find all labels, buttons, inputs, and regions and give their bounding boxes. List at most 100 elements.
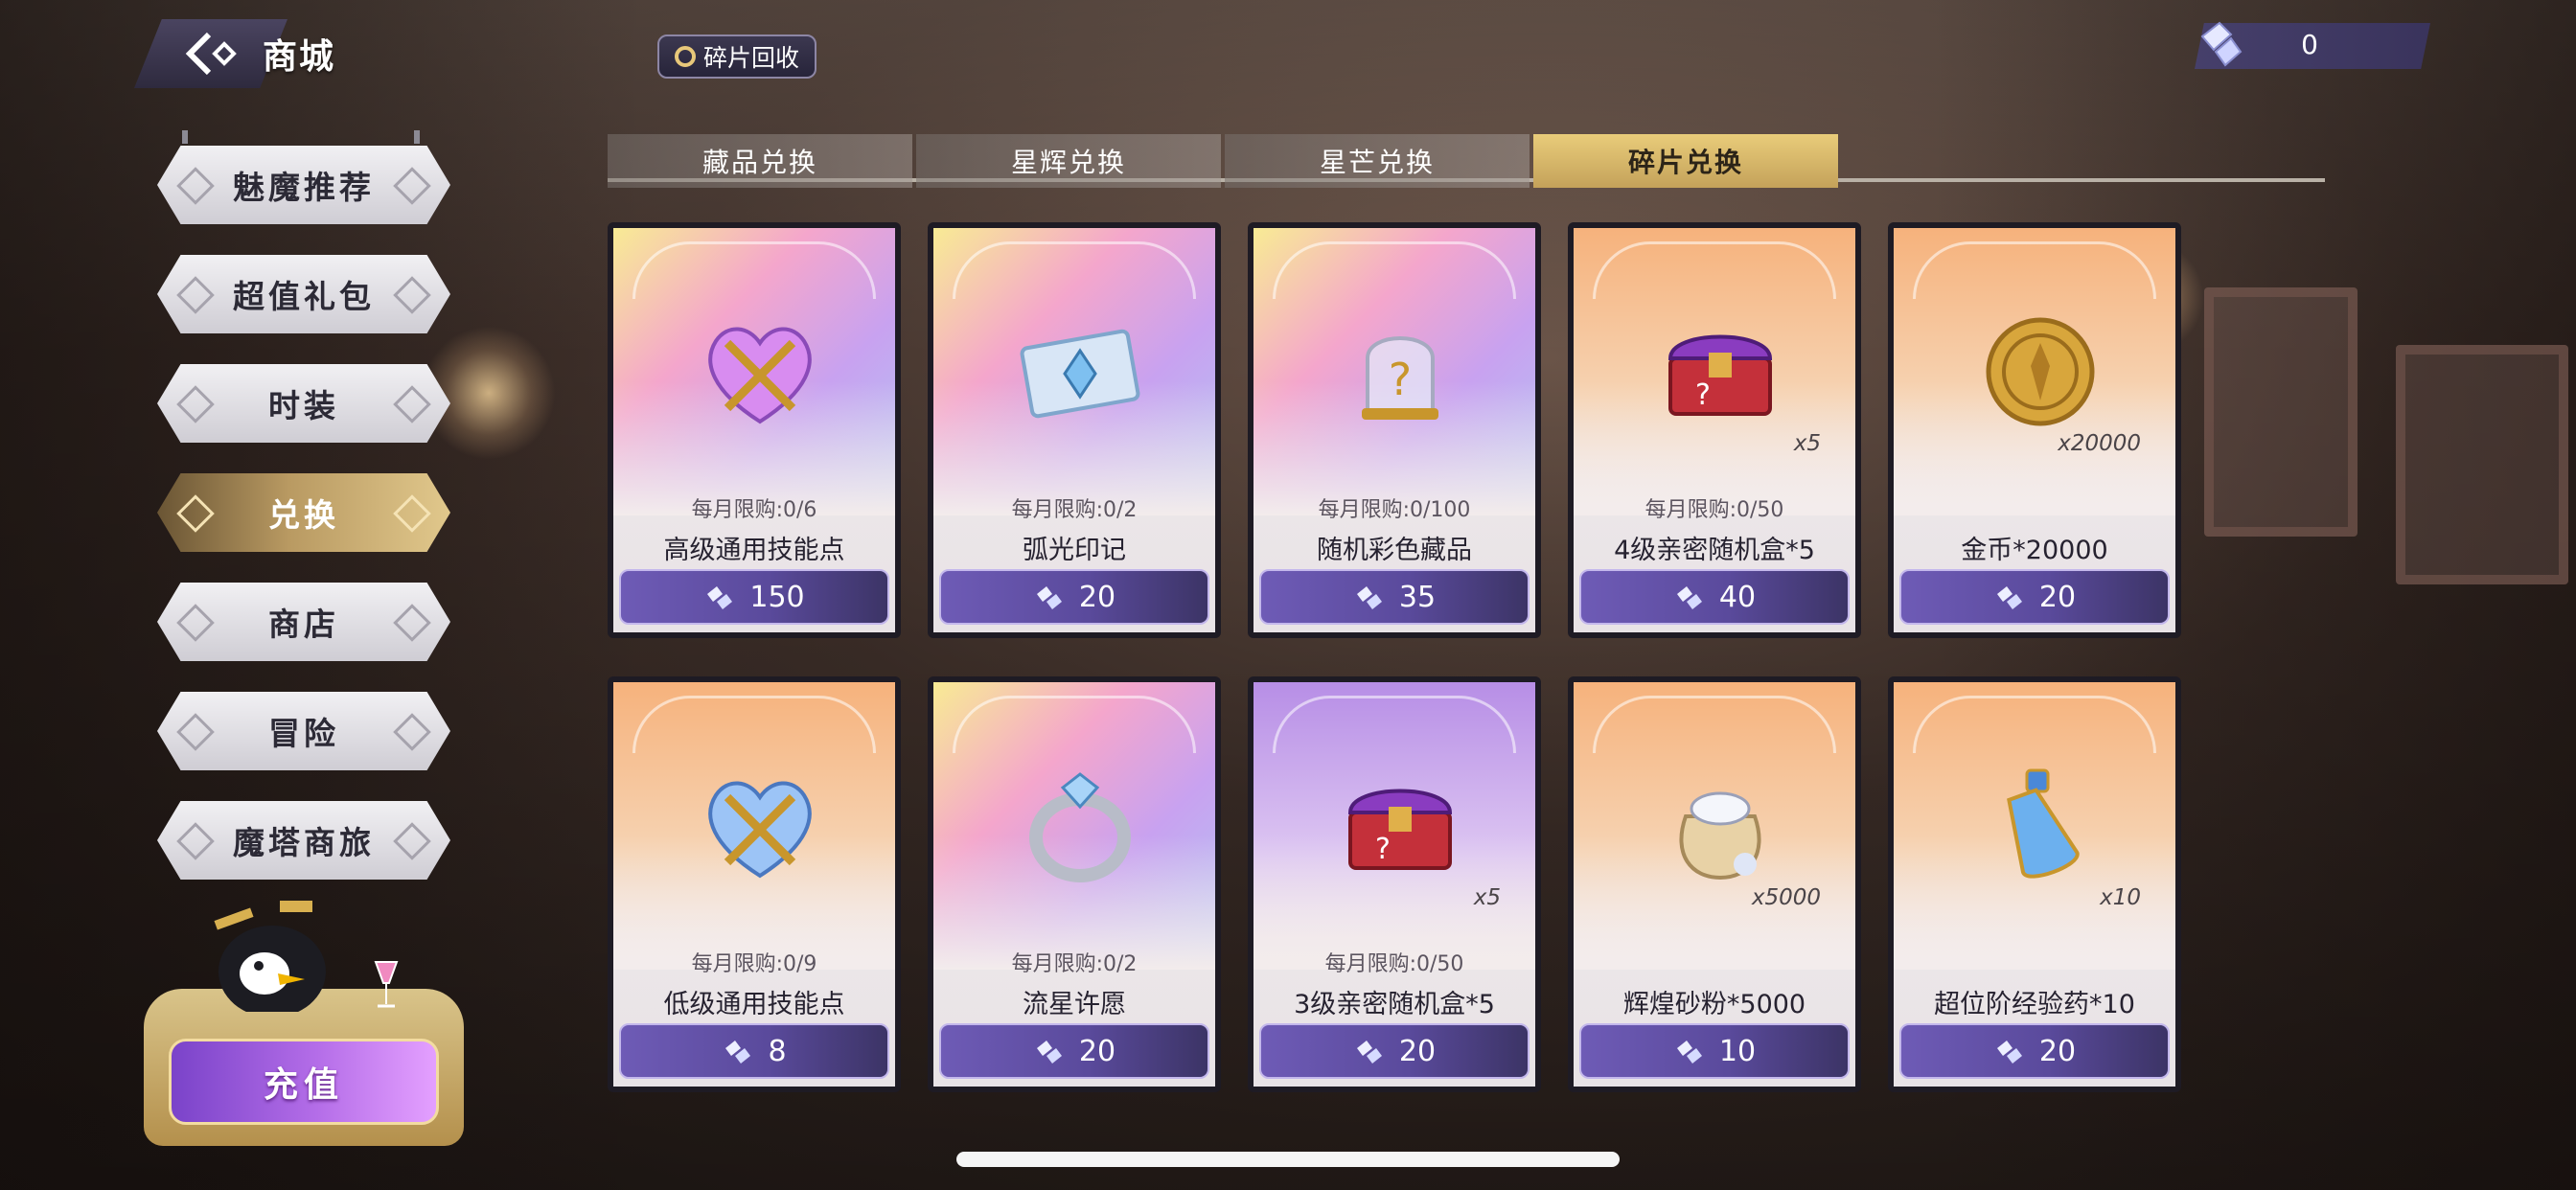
card-ornament [1913,241,2156,299]
card-ornament [632,241,876,299]
card-ornament [953,696,1196,753]
item-card[interactable]: 每月限购:0/6 高级通用技能点 150 [608,222,901,638]
item-card[interactable]: 每月限购:0/2 弧光印记 20 [928,222,1221,638]
sidebar-item-label: 超值礼包 [233,278,375,315]
svg-text:?: ? [1375,833,1391,866]
tab-starshine-exchange[interactable]: 星芒兑换 [1225,134,1530,188]
card-ornament [953,241,1196,299]
tab-starlight-exchange[interactable]: 星辉兑换 [916,134,1221,188]
sidebar-item-succubus-recommend[interactable]: 魅魔推荐 [157,146,450,224]
sidebar-item-label: 时装 [268,387,339,424]
purchase-limit: 每月限购:0/50 [1324,952,1464,976]
crystal-fragment-icon [707,586,733,609]
fragment-recycle-label: 碎片回收 [702,44,799,72]
sidebar-chain [182,130,188,144]
sand-pouch-icon [1653,759,1787,893]
buy-button[interactable]: 20 [1259,1023,1530,1079]
item-name: 4级亲密随机盒*5 [1614,536,1815,565]
item-name: 辉煌砂粉*5000 [1622,990,1806,1019]
buy-button[interactable]: 10 [1579,1023,1850,1079]
crystal-fragment-icon [1996,586,2022,609]
sidebar-item-value-packs[interactable]: 超值礼包 [157,255,450,333]
tab-fragment-exchange[interactable]: 碎片兑换 [1533,134,1838,188]
item-name: 低级通用技能点 [663,990,845,1019]
sidebar-item-label: 兑换 [268,496,339,534]
item-name: 弧光印记 [1023,536,1126,565]
item-quantity: x5 [1473,885,1501,910]
page-title: 商城 [263,37,336,77]
sidebar-item-exchange[interactable]: 兑换 [157,473,450,552]
svg-text:?: ? [1695,378,1711,412]
item-card[interactable]: ? x5 每月限购:0/50 3级亲密随机盒*5 20 [1248,676,1541,1092]
item-price: 20 [2038,1034,2077,1068]
buy-button[interactable]: 35 [1259,569,1530,625]
buy-button[interactable]: 20 [939,1023,1209,1079]
crystal-fragment-icon [1356,1041,1382,1064]
item-card[interactable]: ? 每月限购:0/100 随机彩色藏品 35 [1248,222,1541,638]
item-price: 8 [768,1034,787,1068]
sidebar-item-shop[interactable]: 商店 [157,583,450,661]
potion-bottle-icon [1973,759,2107,893]
svg-text:?: ? [1389,354,1412,405]
fragment-recycle-button[interactable]: 碎片回收 [657,34,816,79]
sidebar-item-label: 冒险 [268,715,339,752]
mystery-bell-jar-icon: ? [1333,305,1467,439]
crystal-fragment-icon [1036,1041,1062,1064]
heart-cross-blue-icon [693,759,827,893]
item-card[interactable]: 每月限购:0/2 流星许愿 20 [928,676,1221,1092]
purchase-limit: 每月限购:0/2 [1011,498,1138,522]
item-card[interactable]: 每月限购:0/9 低级通用技能点 8 [608,676,901,1092]
tab-label: 藏品兑换 [702,147,817,178]
crystal-fragment-icon [1676,1041,1702,1064]
item-price: 20 [1078,1034,1116,1068]
buy-button[interactable]: 150 [619,569,889,625]
background-painting [2396,345,2568,584]
buy-button[interactable]: 20 [1899,569,2170,625]
buy-button[interactable]: 20 [1899,1023,2170,1079]
purchase-limit: 每月限购:0/9 [691,952,817,976]
buy-button[interactable]: 40 [1579,569,1850,625]
buy-button[interactable]: 8 [619,1023,889,1079]
item-price: 20 [1398,1034,1437,1068]
purchase-limit: 每月限购:0/2 [1011,952,1138,976]
item-quantity: x20000 [2058,431,2141,456]
card-ornament [1273,241,1516,299]
card-ornament [1273,696,1516,753]
home-indicator[interactable] [956,1152,1620,1167]
recycle-ring-icon [674,46,696,67]
mystery-chest-icon: ? [1653,305,1787,439]
buy-button[interactable]: 20 [939,569,1209,625]
card-ornament [1913,696,2156,753]
crystal-fragment-icon [1356,586,1382,609]
sidebar-item-tower-merchant[interactable]: 魔塔商旅 [157,801,450,880]
crystal-ring-icon [1013,759,1147,893]
item-price: 150 [749,580,805,614]
tab-collection-exchange[interactable]: 藏品兑换 [608,134,912,188]
sidebar-item-adventure[interactable]: 冒险 [157,692,450,770]
item-card[interactable]: x10 超位阶经验药*10 20 [1888,676,2181,1092]
mystery-chest-icon: ? [1333,759,1467,893]
ticket-crystal-icon [1013,305,1147,439]
crystal-fragment-icon [1036,586,1062,609]
recharge-button[interactable]: 充值 [169,1039,439,1125]
card-ornament [1593,241,1836,299]
background-painting [2204,287,2358,537]
card-ornament [1593,696,1836,753]
sidebar-item-label: 魔塔商旅 [233,824,375,861]
item-price: 35 [1398,580,1437,614]
item-card[interactable]: x20000 金币*20000 20 [1888,222,2181,638]
item-name: 3级亲密随机盒*5 [1294,990,1495,1019]
item-price: 20 [1078,580,1116,614]
item-card[interactable]: ? x5 每月限购:0/50 4级亲密随机盒*5 40 [1568,222,1861,638]
wine-glass-icon [374,961,399,1008]
crystal-fragment-icon [725,1041,751,1064]
item-quantity: x10 [2100,885,2141,910]
item-card[interactable]: x5000 辉煌砂粉*5000 10 [1568,676,1861,1092]
sidebar-item-fashion[interactable]: 时装 [157,364,450,443]
back-arrow-icon [185,32,237,76]
sidebar-item-label: 商店 [268,606,339,643]
recharge-label: 充值 [263,1065,344,1105]
item-price: 10 [1718,1034,1757,1068]
tab-label: 碎片兑换 [1627,147,1743,178]
purchase-limit: 每月限购:0/6 [691,498,817,522]
